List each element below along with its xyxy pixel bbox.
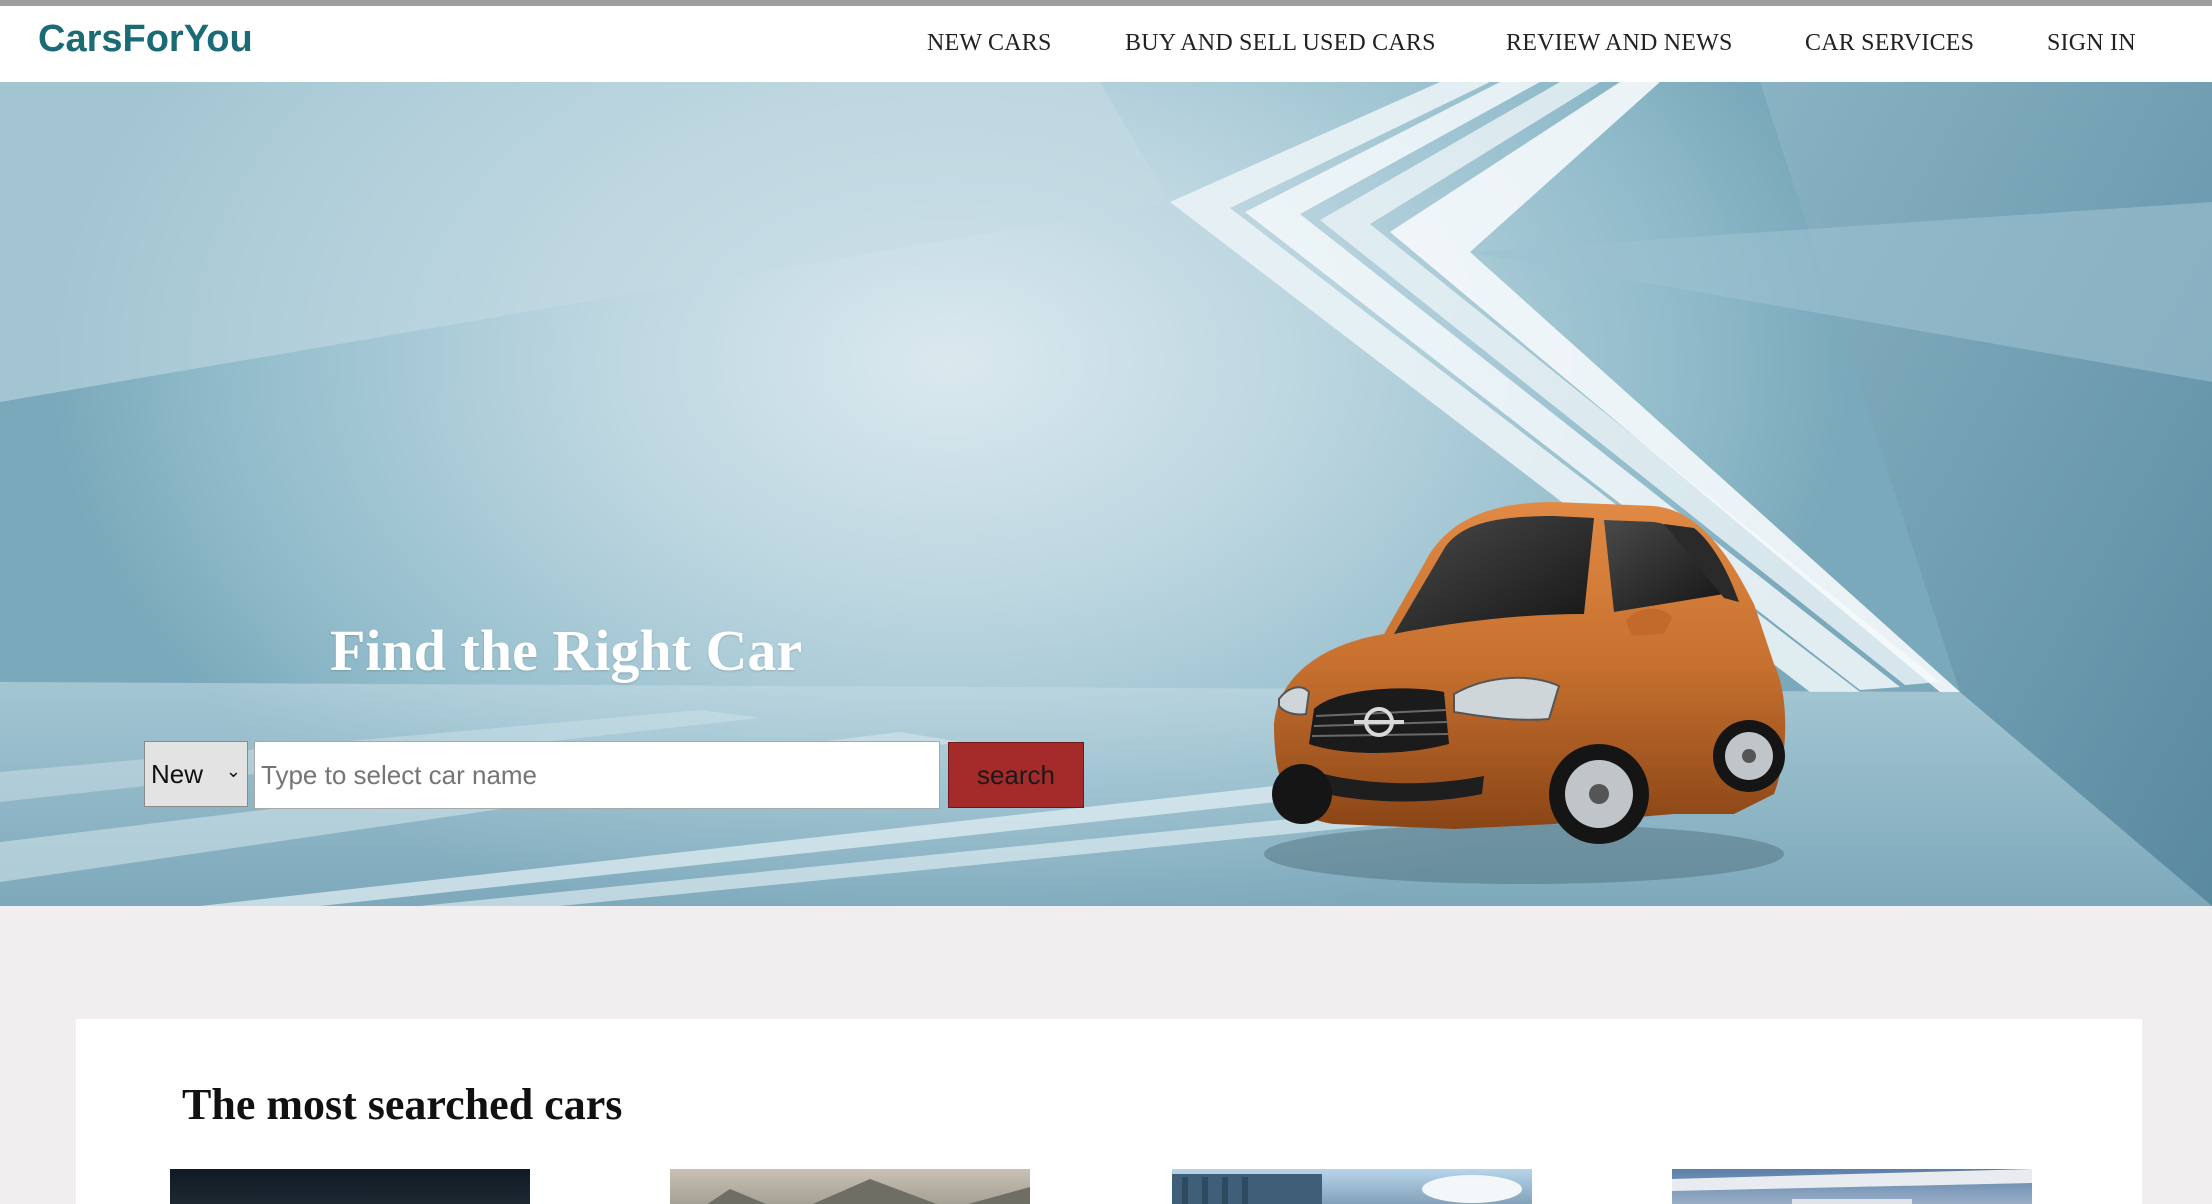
car-image: [1264, 502, 1786, 884]
site-header: CarsForYou NEW CARS BUY AND SELL USED CA…: [0, 6, 2212, 83]
car-thumbnail[interactable]: [1672, 1169, 2032, 1204]
nav-sign-in[interactable]: SIGN IN: [2047, 30, 2136, 57]
car-thumbnail[interactable]: [1172, 1169, 1532, 1204]
car-thumbnail[interactable]: [170, 1169, 530, 1204]
search-button[interactable]: search: [948, 742, 1084, 808]
most-searched-section: The most searched cars: [76, 1019, 2142, 1204]
nav-car-services[interactable]: CAR SERVICES: [1805, 30, 1974, 57]
car-type-selected: New: [151, 759, 204, 789]
nav-review-and-news[interactable]: REVIEW AND NEWS: [1506, 30, 1733, 57]
car-type-select[interactable]: New ⌄: [144, 741, 248, 807]
mountain-scene: [707, 1179, 1030, 1204]
car-thumbnail[interactable]: [670, 1169, 1030, 1204]
chevron-down-icon: ⌄: [225, 761, 241, 781]
page: CarsForYou NEW CARS BUY AND SELL USED CA…: [0, 0, 2212, 1204]
nav-buy-sell-used-cars[interactable]: BUY AND SELL USED CARS: [1125, 30, 1436, 57]
section-title: The most searched cars: [182, 1080, 623, 1129]
city-scene: [1172, 1174, 1522, 1204]
car-name-input[interactable]: [254, 741, 940, 809]
nav-new-cars[interactable]: NEW CARS: [927, 30, 1052, 57]
car-showroom-scene: [1672, 1169, 2032, 1204]
hero-title: Find the Right Car: [330, 618, 803, 683]
main-nav: NEW CARS BUY AND SELL USED CARS REVIEW A…: [0, 30, 2212, 70]
hero-banner: Find the Right Car New ⌄ search: [0, 82, 2212, 906]
